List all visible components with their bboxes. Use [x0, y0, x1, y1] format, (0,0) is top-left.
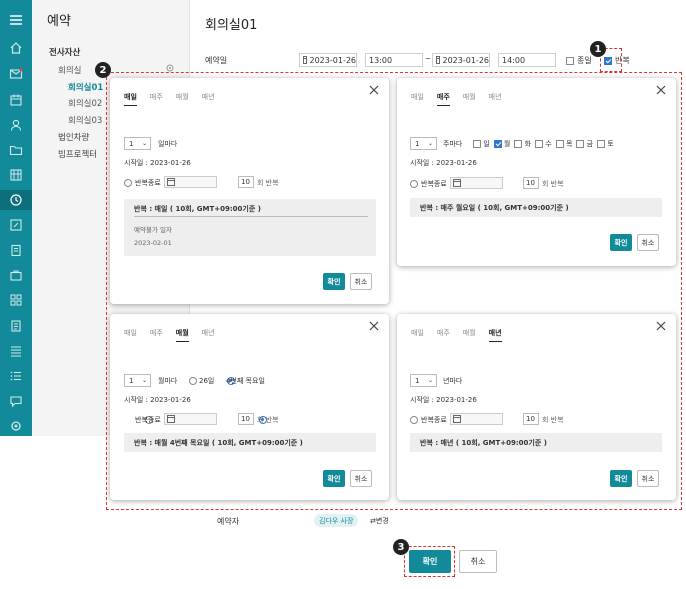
cancel-button[interactable]: 취소	[459, 550, 497, 573]
reservation-clock-icon[interactable]	[0, 190, 32, 210]
home-icon[interactable]	[6, 38, 26, 58]
contacts-icon[interactable]	[6, 115, 26, 135]
folder-icon[interactable]	[6, 140, 26, 160]
board-icon[interactable]	[6, 341, 26, 361]
callout-badge-1: 1	[590, 41, 606, 57]
list-icon[interactable]	[6, 366, 26, 386]
chat-icon[interactable]	[6, 391, 26, 411]
end-time-field[interactable]: 14:00	[498, 53, 556, 67]
reserver-chip: 김다우 사장	[314, 514, 359, 527]
start-time-field[interactable]: 13:00	[365, 53, 423, 67]
calendar-icon	[436, 56, 440, 64]
settings-icon[interactable]	[6, 416, 26, 436]
end-date-field[interactable]: 2023-01-26	[432, 53, 490, 67]
calendar-icon	[303, 56, 307, 64]
left-navigation-rail	[0, 0, 32, 436]
start-date-field[interactable]: 2023-01-26	[299, 53, 357, 67]
callout-badge-2: 2	[95, 62, 111, 78]
sidebar-item-meeting-rooms[interactable]: 회의실	[58, 64, 81, 76]
range-separator: ~	[425, 55, 431, 63]
callout-badge-3: 3	[393, 539, 409, 555]
reserver-label: 예약자	[217, 517, 240, 526]
edit-icon[interactable]	[6, 215, 26, 235]
reservation-date-label: 예약일	[205, 56, 228, 65]
page-title: 회의실01	[205, 18, 258, 33]
sidebar-group-label: 전사자산	[49, 48, 81, 58]
document-icon[interactable]	[6, 316, 26, 336]
all-day-option[interactable]: 종일	[566, 55, 592, 66]
sidebar-title: 예약	[47, 14, 71, 29]
change-reserver-link[interactable]: ⇄변경	[370, 516, 389, 526]
all-day-label: 종일	[577, 56, 592, 65]
sidebar-item-room01[interactable]: 회의실01	[68, 81, 103, 93]
calendar-icon[interactable]	[6, 90, 26, 110]
hamburger-menu-icon[interactable]	[6, 10, 26, 30]
sidebar-item-room02[interactable]: 회의실02	[68, 97, 102, 109]
sidebar-item-room03[interactable]: 회의실03	[68, 114, 102, 126]
mail-icon[interactable]	[6, 64, 26, 84]
sidebar-item-projector[interactable]: 빔프로젝터	[58, 148, 97, 160]
all-day-checkbox[interactable]	[566, 56, 574, 65]
highlight-confirm-button	[404, 546, 455, 577]
building-icon[interactable]	[6, 165, 26, 185]
highlight-repeat-dialogs	[106, 72, 682, 510]
grid-apps-icon[interactable]	[6, 290, 26, 310]
clipboard-icon[interactable]	[6, 240, 26, 260]
sidebar-item-company-car[interactable]: 법인차량	[58, 131, 89, 143]
briefcase-icon[interactable]	[6, 265, 26, 285]
